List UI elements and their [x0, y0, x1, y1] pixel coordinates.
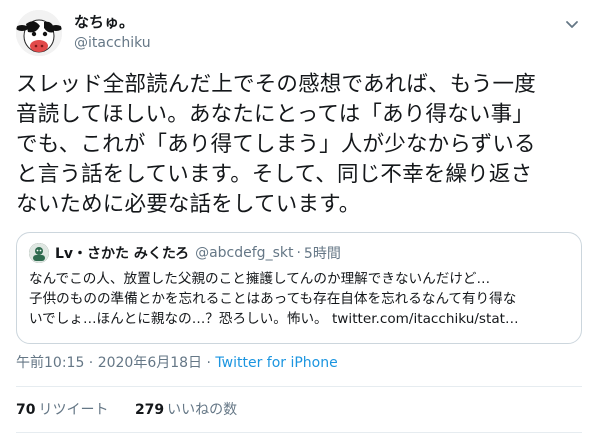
tweet-text-line: と言う話をしています。そして、同じ不幸を繰り返さ: [16, 162, 533, 187]
tweet-timestamp: 午前10:15 · 2020年6月18日 · Twitter for iPhon…: [16, 352, 338, 372]
chevron-down-icon[interactable]: [562, 14, 582, 34]
quoted-author-handle: @abcdefg_skt: [195, 245, 294, 261]
tweet-stats: 70 リツイート 279 いいねの数: [16, 399, 259, 419]
quoted-tweet-card[interactable]: Lv・さかた みくたろ @abcdefg_skt · 5時間 なんでこの人、放置…: [16, 232, 582, 344]
tweet-text: スレッド全部読んだ上でその感想であれば、もう一度 音読してほしい。あなたにとって…: [16, 70, 582, 220]
author-handle[interactable]: @itacchiku: [74, 33, 151, 53]
tweet-text-line: 音読してほしい。あなたにとっては「あり得ない事」: [16, 102, 535, 127]
tweet-text-line: スレッド全部読んだ上でその感想であれば、もう一度: [16, 72, 536, 97]
quoted-time: 5時間: [303, 246, 341, 262]
quoted-tweet-header: Lv・さかた みくたろ @abcdefg_skt · 5時間: [29, 243, 569, 263]
timestamp-text[interactable]: 午前10:15 · 2020年6月18日 ·: [16, 355, 215, 371]
quoted-meta-separator: ·: [296, 245, 301, 261]
tweet-text-line: ないために必要な話をしています。: [16, 192, 361, 217]
retweets-label: リツイート: [38, 402, 109, 418]
author-display-name[interactable]: なちゅ。: [74, 12, 151, 32]
retweets-stat[interactable]: 70 リツイート: [16, 402, 108, 418]
quoted-author-name: Lv・さかた みくたろ: [55, 246, 190, 262]
quoted-text-line: なんでこの人、放置した父親のこと擁護してんのか理解できないんだけど…: [29, 271, 491, 287]
likes-stat[interactable]: 279 いいねの数: [135, 402, 237, 418]
retweets-count: 70: [16, 402, 36, 418]
tweet-header: なちゅ。 @itacchiku: [16, 8, 582, 60]
quoted-tweet-text: なんでこの人、放置した父親のこと擁護してんのか理解できないんだけど… 子供のもの…: [29, 269, 569, 329]
quoted-author-avatar: [29, 243, 49, 263]
divider: [16, 386, 582, 387]
quoted-text-line: 子供のものの準備とかを忘れることはあっても存在自体を忘れるなんて有り得な: [29, 291, 517, 307]
author-names: なちゅ。 @itacchiku: [74, 12, 151, 53]
likes-count: 279: [134, 402, 165, 418]
source-link[interactable]: Twitter for iPhone: [215, 355, 337, 371]
cow-avatar-icon[interactable]: [16, 10, 62, 56]
tweet-text-line: でも、これが「あり得てしまう」人が少なからずいる: [16, 132, 536, 157]
likes-label: いいねの数: [167, 402, 238, 418]
quoted-text-line: いでしょ…ほんとに親なの…？恐ろしい。怖い。 twitter.com/itacc…: [29, 311, 519, 327]
divider: [16, 432, 582, 433]
